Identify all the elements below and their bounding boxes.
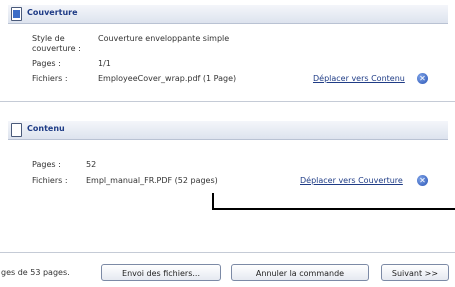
pages-label: Pages : [32, 160, 61, 169]
move-to-couverture-link[interactable]: Déplacer vers Couverture [300, 176, 403, 185]
send-files-button[interactable]: Envoi des fichiers... [101, 264, 221, 281]
footer-divider [0, 252, 455, 253]
remove-x-icon[interactable]: ✕ [417, 73, 428, 84]
contenu-header: Contenu [8, 121, 448, 140]
couverture-title: Couverture [27, 8, 78, 17]
cover-style-value: Couverture enveloppante simple [98, 34, 230, 43]
style-label: Style de [32, 34, 65, 43]
callout-line [212, 208, 455, 210]
next-button[interactable]: Suivant >> [381, 264, 449, 281]
cover-pages-value: 1/1 [98, 59, 111, 68]
move-to-contenu-link[interactable]: Déplacer vers Contenu [313, 74, 405, 83]
callout-line [212, 193, 214, 209]
content-pages-value: 52 [86, 160, 97, 169]
remove-x-icon[interactable]: ✕ [417, 175, 428, 186]
cover-file-value: EmployeeCover_wrap.pdf (1 Page) [98, 74, 237, 83]
document-icon [11, 123, 22, 137]
content-file-value: Empl_manual_FR.PDF (52 pages) [86, 176, 218, 185]
section-divider [0, 101, 455, 102]
couverture-header: Couverture [8, 5, 448, 24]
cancel-order-button[interactable]: Annuler la commande [231, 264, 369, 281]
files-label: Fichiers : [32, 74, 68, 83]
files-label: Fichiers : [32, 176, 68, 185]
style-label-cont: couverture : [32, 44, 81, 53]
document-icon [11, 7, 22, 21]
status-text: ges de 53 pages. [1, 268, 70, 277]
pages-label: Pages : [32, 59, 61, 68]
contenu-title: Contenu [27, 124, 65, 133]
